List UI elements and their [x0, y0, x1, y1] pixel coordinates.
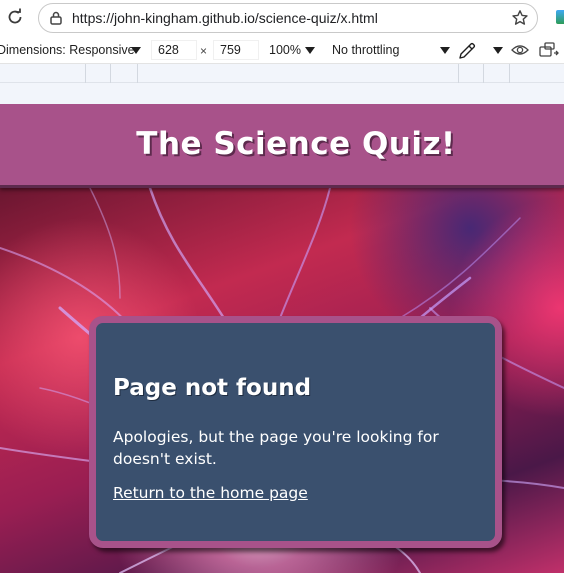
chevron-down-icon[interactable]: [493, 47, 503, 54]
device-rotate-icon[interactable]: [539, 42, 559, 61]
lock-icon[interactable]: [48, 10, 64, 26]
chevron-down-icon[interactable]: [131, 47, 141, 54]
height-input[interactable]: 759: [213, 40, 259, 60]
device-toolbar: Dimensions: Responsive 628 × 759 100% No…: [0, 36, 564, 64]
url-text[interactable]: https://john-kingham.github.io/science-q…: [72, 10, 378, 26]
width-input[interactable]: 628: [151, 40, 197, 60]
site-title: The Science Quiz!: [136, 126, 456, 162]
dimension-separator: ×: [200, 44, 208, 58]
error-card: Page not found Apologies, but the page y…: [89, 316, 502, 548]
dimensions-dropdown[interactable]: Dimensions: Responsive: [0, 43, 135, 57]
home-page-link[interactable]: Return to the home page: [113, 484, 308, 502]
chevron-down-icon[interactable]: [440, 47, 450, 54]
throttling-dropdown[interactable]: No throttling: [332, 43, 399, 57]
chevron-down-icon[interactable]: [305, 47, 315, 54]
site-header: The Science Quiz!: [0, 104, 564, 188]
eyedropper-icon[interactable]: [457, 41, 477, 64]
eye-icon[interactable]: [511, 42, 529, 61]
zoom-dropdown[interactable]: 100%: [269, 43, 301, 57]
browser-toolbar: https://john-kingham.github.io/science-q…: [0, 0, 564, 36]
star-icon[interactable]: [511, 9, 529, 27]
reload-icon[interactable]: [4, 6, 26, 28]
address-bar[interactable]: https://john-kingham.github.io/science-q…: [38, 3, 538, 33]
page-viewport: The Science Quiz! Page not found Apologi…: [0, 104, 564, 573]
viewport-gutter: [0, 83, 564, 104]
page-title: Page not found: [113, 375, 312, 401]
media-query-ruler[interactable]: [0, 64, 564, 83]
extension-icon[interactable]: [556, 10, 564, 24]
error-message: Apologies, but the page you're looking f…: [113, 428, 439, 468]
